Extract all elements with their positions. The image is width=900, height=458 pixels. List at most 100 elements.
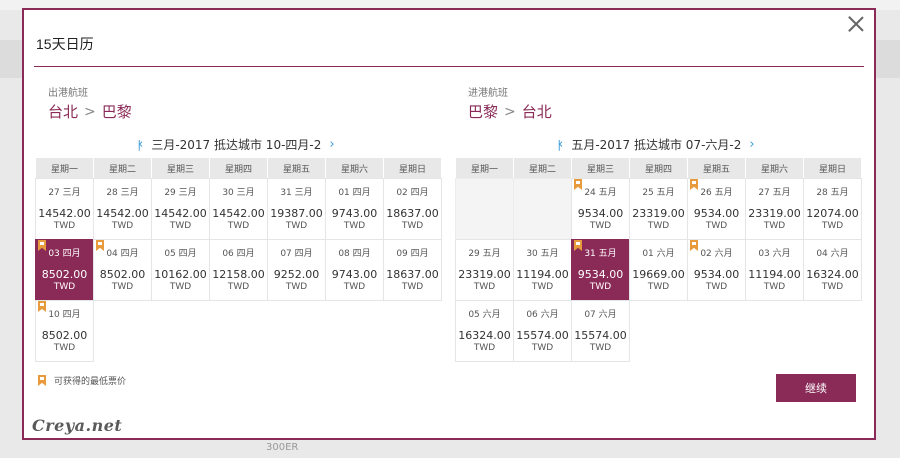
calendar-day-cell[interactable]: 01 四月 9743.00 TWD xyxy=(325,178,384,240)
day-currency: TWD xyxy=(821,282,844,292)
calendar-day-cell[interactable]: 06 六月 15574.00 TWD xyxy=(513,300,572,362)
day-price: 14542.00 xyxy=(154,207,207,220)
day-currency: TWD xyxy=(705,282,728,292)
weekday-header: 星期一 xyxy=(456,158,513,178)
close-icon[interactable] xyxy=(846,14,866,34)
prev-arrow-icon[interactable]: ‹ xyxy=(557,137,563,152)
day-date: 30 三月 xyxy=(222,188,255,198)
calendar-day-cell[interactable]: 08 四月 9743.00 TWD xyxy=(325,239,384,301)
inbound-month-label: 五月-2017 抵达城市 07-六月-2 xyxy=(571,137,742,152)
day-date: 07 四月 xyxy=(280,249,313,259)
day-date: 09 四月 xyxy=(396,249,429,259)
day-date: 06 六月 xyxy=(526,310,559,320)
calendar-day-cell[interactable]: 27 五月 23319.00 TWD xyxy=(745,178,804,240)
inbound-origin: 巴黎 xyxy=(468,103,499,121)
next-arrow-icon[interactable]: › xyxy=(329,137,334,152)
bookmark-icon xyxy=(690,240,698,251)
day-currency: TWD xyxy=(589,282,612,292)
outbound-calendar-grid: 星期一 星期二 星期三 星期四 星期五 星期六 星期日 27 三月 14542.00 TWD 28 … xyxy=(35,158,442,362)
day-currency: TWD xyxy=(763,221,786,231)
calendar-day-cell[interactable]: 06 四月 12158.00 TWD xyxy=(209,239,268,301)
outbound-destination: 巴黎 xyxy=(101,103,132,121)
calendar-day-cell[interactable]: 31 三月 19387.00 TWD xyxy=(267,178,326,240)
next-arrow-icon[interactable]: › xyxy=(749,137,754,152)
calendar-day-cell[interactable]: 29 三月 14542.00 TWD xyxy=(151,178,210,240)
calendar-day-cell[interactable]: 27 三月 14542.00 TWD xyxy=(35,178,94,240)
calendar-day-cell[interactable]: 02 四月 18637.00 TWD xyxy=(383,178,442,240)
day-price: 8502.00 xyxy=(99,268,146,281)
day-currency: TWD xyxy=(473,282,496,292)
calendar-day-cell[interactable]: 25 五月 23319.00 TWD xyxy=(629,178,688,240)
calendar-day-cell[interactable]: 29 五月 23319.00 TWD xyxy=(455,239,514,301)
calendar-day-cell[interactable]: 28 五月 12074.00 TWD xyxy=(803,178,862,240)
day-price: 18637.00 xyxy=(386,207,439,220)
calendar-day-cell[interactable]: 03 四月 8502.00 TWD xyxy=(35,239,94,301)
calendar-day-cell[interactable]: 05 六月 16324.00 TWD xyxy=(455,300,514,362)
day-currency: TWD xyxy=(763,282,786,292)
calendar-day-cell[interactable]: 26 五月 9534.00 TWD xyxy=(687,178,746,240)
day-currency: TWD xyxy=(53,221,76,231)
day-price: 14542.00 xyxy=(38,207,91,220)
bookmark-icon xyxy=(38,375,46,386)
day-price: 15574.00 xyxy=(574,329,627,342)
calendar-day-cell[interactable]: 04 四月 8502.00 TWD xyxy=(93,239,152,301)
route-separator: > xyxy=(504,103,516,120)
day-price: 9743.00 xyxy=(331,207,378,220)
calendar-cell-empty xyxy=(455,178,514,240)
continue-button[interactable]: 继续 xyxy=(776,374,856,402)
day-currency: TWD xyxy=(111,221,134,231)
day-price: 15574.00 xyxy=(516,329,569,342)
day-price: 12074.00 xyxy=(806,207,859,220)
day-price: 14542.00 xyxy=(96,207,149,220)
prev-arrow-icon[interactable]: ‹ xyxy=(137,137,143,152)
day-currency: TWD xyxy=(53,343,76,353)
day-currency: TWD xyxy=(343,221,366,231)
day-price: 18637.00 xyxy=(386,268,439,281)
calendar-day-cell[interactable]: 07 六月 15574.00 TWD xyxy=(571,300,630,362)
calendar-day-cell[interactable]: 10 四月 8502.00 TWD xyxy=(35,300,94,362)
calendar-day-cell[interactable]: 24 五月 9534.00 TWD xyxy=(571,178,630,240)
day-date: 30 五月 xyxy=(526,249,559,259)
calendar-day-cell[interactable]: 05 四月 10162.00 TWD xyxy=(151,239,210,301)
calendar-day-cell[interactable]: 09 四月 18637.00 TWD xyxy=(383,239,442,301)
calendar-day-cell[interactable]: 30 五月 11194.00 TWD xyxy=(513,239,572,301)
outbound-panel: 出港航班 台北 > 巴黎 ‹ 三月-2017 抵达城市 10-四月-2 › 星期… xyxy=(35,84,442,362)
bookmark-icon xyxy=(690,179,698,190)
day-currency: TWD xyxy=(285,221,308,231)
calendar-day-cell[interactable]: 30 三月 14542.00 TWD xyxy=(209,178,268,240)
day-currency: TWD xyxy=(111,282,134,292)
calendar-day-cell[interactable]: 04 六月 16324.00 TWD xyxy=(803,239,862,301)
day-price: 11194.00 xyxy=(748,268,801,281)
day-currency: TWD xyxy=(227,221,250,231)
day-date: 05 四月 xyxy=(164,249,197,259)
weekday-header: 星期六 xyxy=(326,158,383,178)
day-currency: TWD xyxy=(589,343,612,353)
outbound-month-nav: ‹ 三月-2017 抵达城市 10-四月-2 › xyxy=(36,134,436,154)
day-date: 06 四月 xyxy=(222,249,255,259)
calendar-day-cell[interactable]: 07 四月 9252.00 TWD xyxy=(267,239,326,301)
inbound-route: 巴黎 > 台北 xyxy=(468,101,856,122)
day-currency: TWD xyxy=(285,282,308,292)
day-date: 28 五月 xyxy=(816,188,849,198)
day-price: 9252.00 xyxy=(273,268,320,281)
weekday-header: 星期日 xyxy=(804,158,861,178)
bookmark-icon xyxy=(38,301,46,312)
bookmark-icon xyxy=(96,240,104,251)
day-date: 31 五月 xyxy=(584,249,617,259)
day-date: 04 四月 xyxy=(106,249,139,259)
inbound-destination: 台北 xyxy=(521,103,552,121)
day-currency: TWD xyxy=(647,221,670,231)
calendar-day-cell[interactable]: 02 六月 9534.00 TWD xyxy=(687,239,746,301)
background-footer-text: 300ER xyxy=(266,442,299,453)
weekday-header: 星期二 xyxy=(94,158,151,178)
weekday-header: 星期三 xyxy=(572,158,629,178)
day-date: 03 四月 xyxy=(48,249,81,259)
legend-text: 可获得的最低票价 xyxy=(54,377,127,387)
day-currency: TWD xyxy=(531,282,554,292)
calendar-day-cell[interactable]: 03 六月 11194.00 TWD xyxy=(745,239,804,301)
calendar-day-cell[interactable]: 01 六月 19669.00 TWD xyxy=(629,239,688,301)
calendar-day-cell[interactable]: 28 三月 14542.00 TWD xyxy=(93,178,152,240)
calendar-day-cell[interactable]: 31 五月 9534.00 TWD xyxy=(571,239,630,301)
weekday-header: 星期一 xyxy=(36,158,93,178)
modal-title: 15天日历 xyxy=(36,36,94,52)
